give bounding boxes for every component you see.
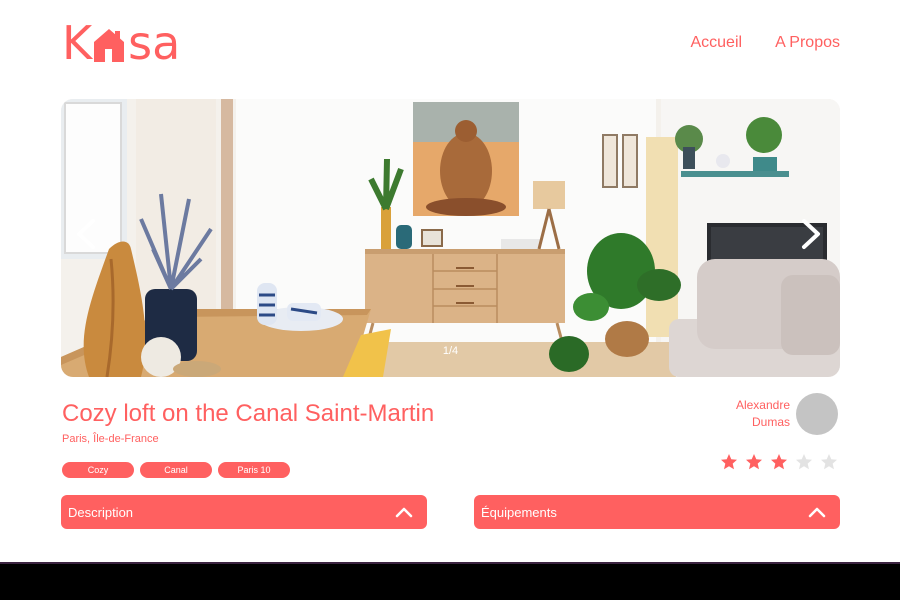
description-collapse[interactable]: Description [61,495,427,529]
main-nav: Accueil A Propos [690,34,840,52]
star-filled-icon [721,454,737,470]
carousel-photo [61,99,840,377]
host-info: Alexandre Dumas [720,393,838,435]
chevron-up-icon[interactable] [395,506,413,518]
host-name: Alexandre Dumas [720,397,790,431]
tag: Paris 10 [218,462,290,478]
rating-stars [720,453,838,471]
listing-page: K sa Accueil A Propos 1/4 Cozy loft on t… [0,0,900,562]
listing-location: Paris, Île-de-France [62,433,159,445]
description-collapse-label: Description [68,504,134,520]
tag: Cozy [62,462,134,478]
photo-carousel: 1/4 [61,99,840,377]
host-first-name: Alexandre [735,398,790,412]
equipment-collapse[interactable]: Équipements [474,495,840,529]
bottom-bar [0,562,900,600]
kasa-logo[interactable]: K sa [62,18,180,68]
logo-letter-k: K [62,16,93,70]
star-filled-icon [746,454,762,470]
star-empty-icon [821,454,837,470]
chevron-up-icon[interactable] [808,506,826,518]
star-empty-icon [796,454,812,470]
nav-link-accueil[interactable]: Accueil [690,34,742,52]
carousel-counter: 1/4 [442,345,459,357]
host-last-name: Dumas [751,415,790,429]
nav-link-a-propos[interactable]: A Propos [775,34,840,52]
chevron-right-icon[interactable] [792,217,826,251]
chevron-left-icon[interactable] [71,217,105,251]
tag-list: Cozy Canal Paris 10 [62,462,290,478]
listing-title: Cozy loft on the Canal Saint-Martin [62,400,435,427]
logo-letters-sa: sa [128,16,181,70]
avatar [796,393,838,435]
equipment-collapse-label: Équipements [481,504,557,520]
house-icon [94,29,125,62]
star-filled-icon [771,454,787,470]
tag: Canal [140,462,212,478]
